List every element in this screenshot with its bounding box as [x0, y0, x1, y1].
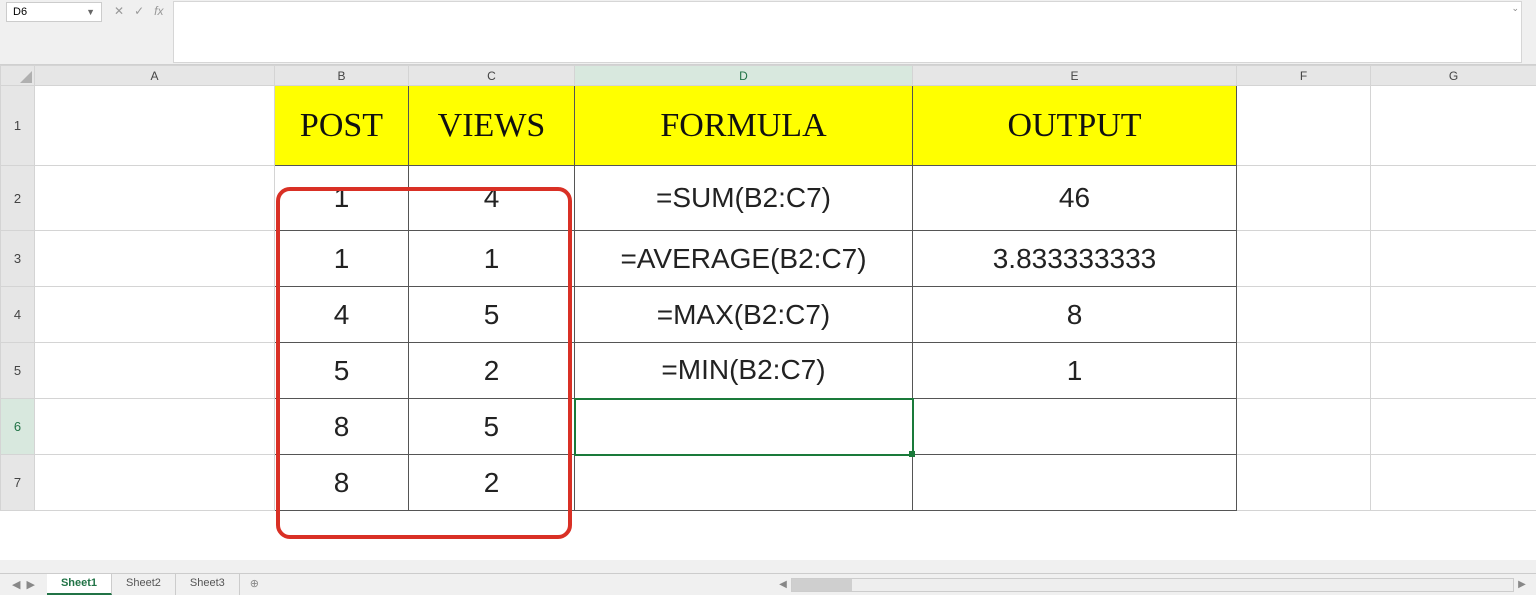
formula-bar-expand-icon[interactable]: ⌄ — [1511, 3, 1519, 14]
cell-F3[interactable] — [1237, 231, 1371, 287]
cell-G6[interactable] — [1371, 399, 1536, 455]
column-header-G[interactable]: G — [1371, 66, 1536, 86]
fx-icon[interactable]: fx — [154, 4, 163, 18]
formula-bar-row: D6 ▼ ✕ ✓ fx ⌄ — [0, 0, 1536, 65]
row-header-4[interactable]: 4 — [1, 287, 35, 343]
cell-E1[interactable]: OUTPUT — [913, 86, 1237, 166]
cell-E4[interactable]: 8 — [913, 287, 1237, 343]
cell-G4[interactable] — [1371, 287, 1536, 343]
row-header-6[interactable]: 6 — [1, 399, 35, 455]
cell-B7[interactable]: 8 — [275, 455, 409, 511]
row-header-7[interactable]: 7 — [1, 455, 35, 511]
cell-A5[interactable] — [35, 343, 275, 399]
cell-A2[interactable] — [35, 166, 275, 231]
column-header-B[interactable]: B — [275, 66, 409, 86]
add-sheet-button[interactable]: ⊕ — [240, 574, 269, 595]
cell-C7[interactable]: 2 — [409, 455, 575, 511]
cell-E7[interactable] — [913, 455, 1237, 511]
cell-D2[interactable]: =SUM(B2:C7) — [575, 166, 913, 231]
cell-F1[interactable] — [1237, 86, 1371, 166]
row-header-1[interactable]: 1 — [1, 86, 35, 166]
cell-C5[interactable]: 2 — [409, 343, 575, 399]
spreadsheet-grid[interactable]: ABCDEFG1POSTVIEWSFORMULAOUTPUT214=SUM(B2… — [0, 65, 1536, 560]
cell-B5[interactable]: 5 — [275, 343, 409, 399]
cell-F7[interactable] — [1237, 455, 1371, 511]
cell-E2[interactable]: 46 — [913, 166, 1237, 231]
scroll-thumb[interactable] — [792, 579, 852, 591]
name-box-value: D6 — [13, 6, 27, 18]
cell-B4[interactable]: 4 — [275, 287, 409, 343]
cell-F2[interactable] — [1237, 166, 1371, 231]
column-header-E[interactable]: E — [913, 66, 1237, 86]
cell-A1[interactable] — [35, 86, 275, 166]
cell-F6[interactable] — [1237, 399, 1371, 455]
cancel-icon[interactable]: ✕ — [114, 4, 124, 18]
sheet-nav-buttons[interactable]: ◀ ▶ — [0, 574, 47, 595]
scroll-track[interactable] — [791, 578, 1514, 592]
sheet-nav-prev-icon[interactable]: ◀ — [12, 578, 20, 591]
cell-D3[interactable]: =AVERAGE(B2:C7) — [575, 231, 913, 287]
cell-C6[interactable]: 5 — [409, 399, 575, 455]
horizontal-scrollbar[interactable]: ◀ ▶ — [769, 574, 1536, 595]
scroll-left-icon[interactable]: ◀ — [775, 579, 791, 590]
cell-E5[interactable]: 1 — [913, 343, 1237, 399]
cell-B6[interactable]: 8 — [275, 399, 409, 455]
cell-D7[interactable] — [575, 455, 913, 511]
sheet-tab-sheet3[interactable]: Sheet3 — [176, 574, 240, 595]
scroll-right-icon[interactable]: ▶ — [1514, 579, 1530, 590]
select-all-corner[interactable] — [1, 66, 35, 86]
name-box-dropdown-icon[interactable]: ▼ — [86, 7, 95, 17]
column-header-F[interactable]: F — [1237, 66, 1371, 86]
sheet-tab-sheet1[interactable]: Sheet1 — [47, 574, 112, 595]
cell-A7[interactable] — [35, 455, 275, 511]
cell-E6[interactable] — [913, 399, 1237, 455]
sheet-tab-sheet2[interactable]: Sheet2 — [112, 574, 176, 595]
cell-D6[interactable] — [575, 399, 913, 455]
cell-G3[interactable] — [1371, 231, 1536, 287]
formula-bar-input[interactable]: ⌄ — [173, 1, 1522, 63]
cell-F5[interactable] — [1237, 343, 1371, 399]
cell-D5[interactable]: =MIN(B2:C7) — [575, 343, 913, 399]
column-header-C[interactable]: C — [409, 66, 575, 86]
row-header-2[interactable]: 2 — [1, 166, 35, 231]
cell-G1[interactable] — [1371, 86, 1536, 166]
cell-G7[interactable] — [1371, 455, 1536, 511]
sheet-nav-next-icon[interactable]: ▶ — [26, 578, 34, 591]
column-header-D[interactable]: D — [575, 66, 913, 86]
cell-F4[interactable] — [1237, 287, 1371, 343]
name-box[interactable]: D6 ▼ — [6, 2, 102, 22]
cell-C3[interactable]: 1 — [409, 231, 575, 287]
cell-A4[interactable] — [35, 287, 275, 343]
sheet-tab-bar: ◀ ▶ Sheet1Sheet2Sheet3 ⊕ ◀ ▶ — [0, 573, 1536, 595]
cell-D4[interactable]: =MAX(B2:C7) — [575, 287, 913, 343]
cell-C1[interactable]: VIEWS — [409, 86, 575, 166]
column-header-A[interactable]: A — [35, 66, 275, 86]
cell-A3[interactable] — [35, 231, 275, 287]
cell-G2[interactable] — [1371, 166, 1536, 231]
cell-E3[interactable]: 3.833333333 — [913, 231, 1237, 287]
cell-G5[interactable] — [1371, 343, 1536, 399]
enter-icon[interactable]: ✓ — [134, 4, 144, 18]
cell-B3[interactable]: 1 — [275, 231, 409, 287]
formula-bar-buttons: ✕ ✓ fx — [106, 0, 171, 22]
cell-D1[interactable]: FORMULA — [575, 86, 913, 166]
cell-C2[interactable]: 4 — [409, 166, 575, 231]
row-header-5[interactable]: 5 — [1, 343, 35, 399]
cell-A6[interactable] — [35, 399, 275, 455]
cell-C4[interactable]: 5 — [409, 287, 575, 343]
row-header-3[interactable]: 3 — [1, 231, 35, 287]
cell-B1[interactable]: POST — [275, 86, 409, 166]
cell-B2[interactable]: 1 — [275, 166, 409, 231]
